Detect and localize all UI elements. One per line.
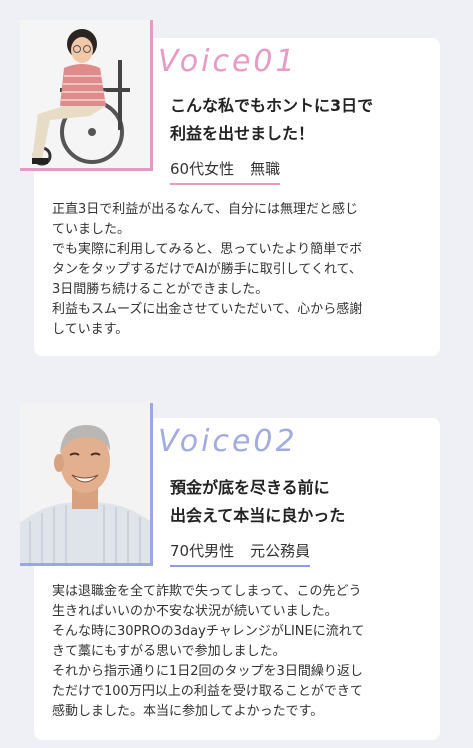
testimonial-body: 実は退職金を全て詐欺で失ってしまって、この先どう 生きればいいのか不安な状況が続… — [52, 584, 365, 719]
testimonial-headline: こんな私でもホントに3日で 利益を出せました！ — [170, 96, 374, 143]
testimonial-headline: 預金が底を尽きる前に 出会えて本当に良かった — [170, 478, 346, 525]
testimonial-body: 正直3日で利益が出るなんて、自分には無理だと感じ ていました。 でも実際に利用し… — [52, 202, 363, 337]
voice-label: Voice02 — [158, 424, 298, 459]
smiling-man-photo — [20, 403, 153, 566]
person-age: 70代男性 — [170, 542, 235, 560]
person-job: 元公務員 — [250, 542, 311, 560]
woman-wheelchair-photo — [20, 20, 153, 171]
voice-label: Voice01 — [158, 44, 298, 79]
person-age: 60代女性 — [170, 160, 235, 178]
person-info: 60代女性 無職 — [170, 158, 281, 185]
person-job: 無職 — [250, 160, 281, 178]
person-info: 70代男性 元公務員 — [170, 540, 311, 567]
